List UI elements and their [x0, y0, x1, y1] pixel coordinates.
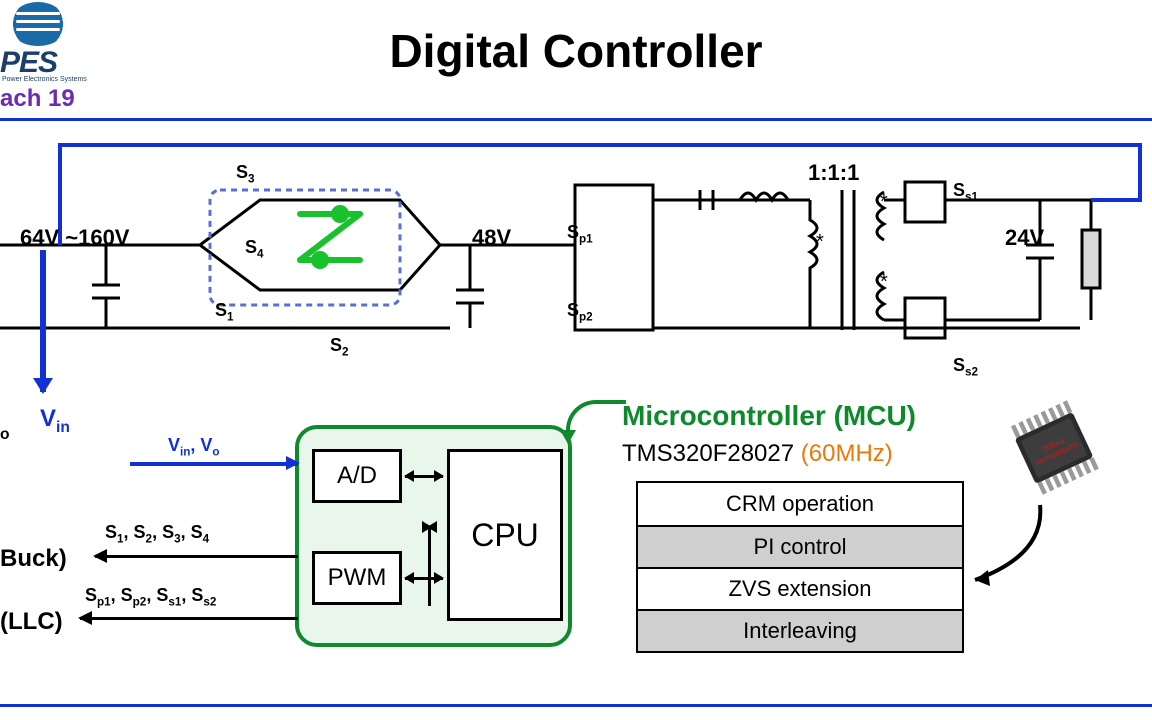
mcu-chip-icon: TEXAS INSTRUMENTS [1000, 400, 1110, 500]
cpu-block: CPU [447, 449, 563, 621]
adc-input-arrow [130, 462, 298, 466]
ss2-label: Ss2 [953, 355, 978, 379]
adc-block: A/D [312, 449, 402, 503]
vo-short-label: o [0, 412, 10, 444]
llc-stage-label: (LLC) [0, 608, 63, 636]
vin-label: Vin [40, 405, 70, 437]
slide-title: Digital Controller [0, 24, 1152, 78]
adc-input-label: Vin, Vo [168, 435, 220, 459]
llc-gates-label: Sp1, Sp2, Ss1, Ss2 [85, 585, 216, 609]
table-row: PI control [638, 525, 962, 567]
svg-text:*: * [816, 231, 824, 253]
buck-gates-label: S1, S2, S3, S4 [105, 522, 209, 546]
sp2-label: Sp2 [567, 300, 593, 324]
bottom-rule [0, 704, 1152, 707]
buck-stage-label: Buck) [0, 545, 67, 573]
mcu-pointer-arrow [566, 400, 626, 440]
circuit-schematic: * * * [0, 130, 1152, 390]
svg-text:*: * [880, 271, 888, 293]
bus-48v-label: 48V [472, 225, 511, 251]
vin-sense-arrow [40, 250, 46, 392]
transformer-ratio-label: 1:1:1 [808, 160, 859, 186]
s4-label: S4 [245, 237, 264, 261]
mcu-title: Microcontroller (MCU) [622, 400, 916, 432]
svg-text:*: * [880, 191, 888, 213]
table-row: ZVS extension [638, 567, 962, 609]
out-24v-label: 24V [1005, 225, 1044, 251]
ss1-label: Ss1 [953, 180, 978, 204]
mcu-block-diagram: A/D PWM CPU [295, 425, 572, 647]
s3-label: S3 [236, 162, 255, 186]
s1-label: S1 [215, 300, 234, 324]
s2-label: S2 [330, 335, 349, 359]
adc-cpu-arrow [405, 475, 443, 478]
adc-pwm-link [428, 526, 431, 606]
llc-gates-arrow [80, 617, 298, 620]
pwm-cpu-arrow [405, 577, 443, 580]
session-label: ach 19 [0, 85, 110, 113]
title-rule [0, 118, 1152, 121]
vin-range-label: 64V ~160V [20, 225, 129, 251]
chip-to-table-arrow [960, 500, 1050, 590]
buck-gates-arrow [95, 555, 298, 558]
sp1-label: Sp1 [567, 222, 593, 246]
mcu-part-number: TMS320F28027 (60MHz) [622, 440, 893, 468]
table-row: Interleaving [638, 609, 962, 651]
pwm-block: PWM [312, 551, 402, 605]
table-row: CRM operation [638, 483, 962, 525]
mcu-modes-table: CRM operation PI control ZVS extension I… [636, 481, 964, 653]
